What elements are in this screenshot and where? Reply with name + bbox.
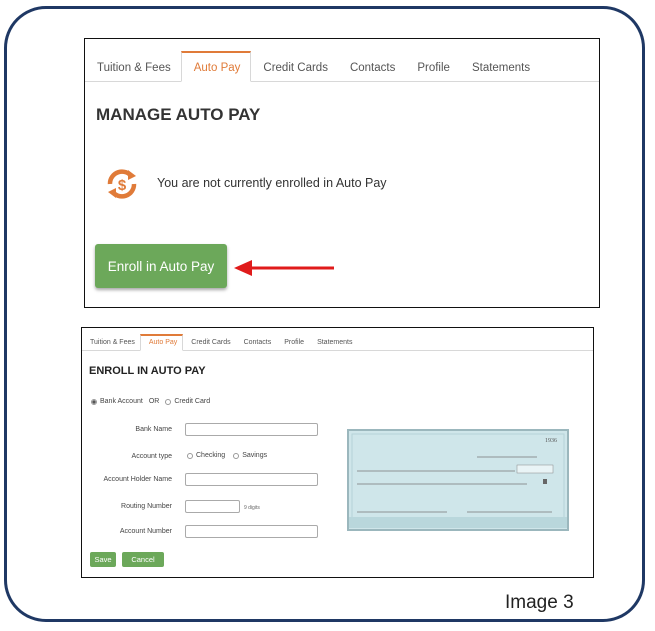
tab-tuition-fees[interactable]: Tuition & Fees: [85, 51, 181, 81]
account-number-label: Account Number: [119, 528, 172, 535]
tab-profile[interactable]: Profile: [276, 334, 309, 350]
account-holder-label: Account Holder Name: [103, 476, 172, 483]
tab-credit-cards[interactable]: Credit Cards: [251, 51, 338, 81]
tab-auto-pay[interactable]: Auto Pay: [139, 334, 184, 351]
page-title: ENROLL IN AUTO PAY: [89, 365, 206, 377]
credit-card-radio[interactable]: [165, 398, 172, 405]
red-arrow-icon: [234, 260, 334, 276]
check-number: 1936: [545, 438, 557, 444]
payment-method-row: Bank Account OR Credit Card: [91, 398, 210, 405]
credit-card-label: Credit Card: [174, 398, 211, 405]
account-holder-input[interactable]: [185, 473, 318, 486]
page-title: MANAGE AUTO PAY: [96, 105, 261, 124]
bank-name-input[interactable]: [185, 423, 318, 436]
checking-label: Checking: [196, 452, 226, 459]
bank-account-radio[interactable]: [91, 398, 97, 405]
or-label: OR: [148, 398, 160, 405]
tab-auto-pay[interactable]: Auto Pay: [180, 51, 252, 82]
routing-hint: 9 digits: [244, 505, 260, 511]
checking-radio[interactable]: [187, 452, 193, 459]
tab-bar: Tuition & Fees Auto Pay Credit Cards Con…: [85, 51, 599, 82]
enroll-autopay-screenshot: Tuition & Fees Auto Pay Credit Cards Con…: [81, 327, 594, 578]
autopay-dollar-icon: $: [107, 169, 137, 199]
bank-account-label: Bank Account: [100, 398, 143, 405]
tab-contacts[interactable]: Contacts: [236, 334, 277, 350]
account-type-options: Checking Savings: [187, 452, 267, 459]
enrollment-status-message: You are not currently enrolled in Auto P…: [157, 176, 387, 190]
manage-autopay-screenshot: Tuition & Fees Auto Pay Credit Cards Con…: [84, 38, 600, 308]
svg-text:$: $: [118, 177, 127, 194]
tab-tuition-fees[interactable]: Tuition & Fees: [82, 334, 140, 350]
tab-credit-cards[interactable]: Credit Cards: [183, 334, 235, 350]
save-button[interactable]: Save: [90, 552, 116, 567]
tab-statements[interactable]: Statements: [309, 334, 357, 350]
savings-radio[interactable]: [233, 452, 240, 459]
savings-label: Savings: [242, 452, 268, 459]
tab-contacts[interactable]: Contacts: [338, 51, 405, 81]
sample-check-image: 1936: [347, 429, 569, 531]
routing-number-input[interactable]: [185, 500, 240, 513]
tab-bar: Tuition & Fees Auto Pay Credit Cards Con…: [82, 334, 593, 351]
cancel-button[interactable]: Cancel: [122, 552, 164, 567]
tab-statements[interactable]: Statements: [460, 51, 540, 81]
account-number-input[interactable]: [185, 525, 318, 538]
image-caption: Image 3: [505, 592, 574, 613]
routing-number-label: Routing Number: [121, 503, 172, 510]
bank-name-label: Bank Name: [135, 426, 172, 433]
enroll-auto-pay-button[interactable]: Enroll in Auto Pay: [95, 244, 227, 288]
tab-profile[interactable]: Profile: [405, 51, 460, 81]
account-type-label: Account type: [131, 453, 172, 460]
